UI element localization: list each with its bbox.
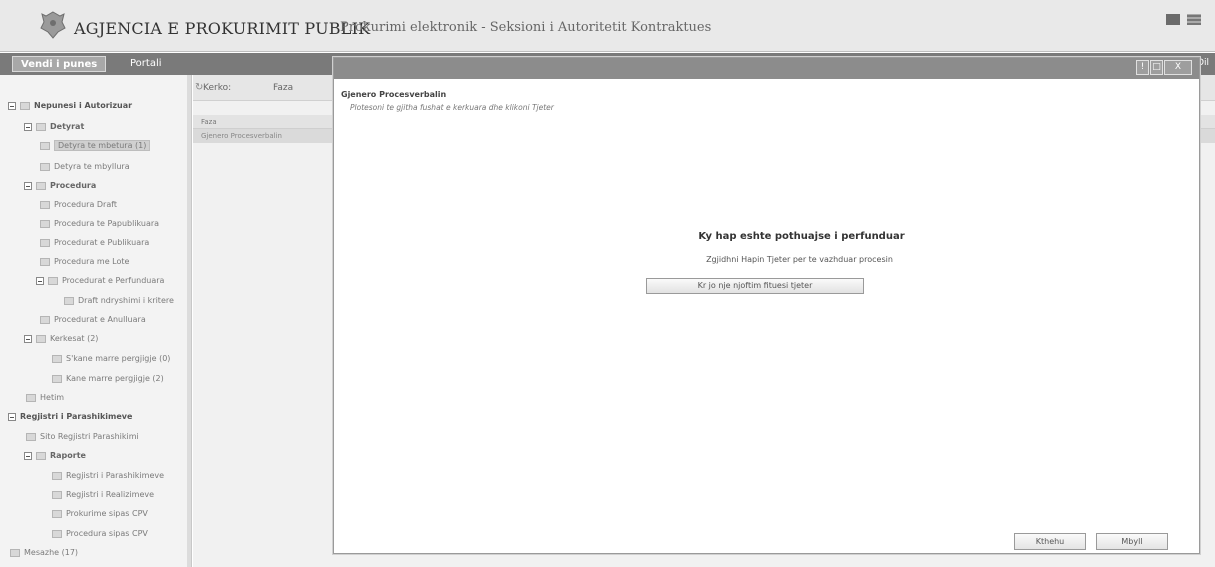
folder-icon — [64, 296, 74, 305]
language-switcher — [1162, 14, 1201, 28]
tree-node-raport-realizimeve[interactable]: Regjistri i Realizimeve — [52, 487, 154, 503]
collapse-icon[interactable] — [24, 451, 32, 460]
create-winner-notice-button[interactable]: Kr jo nje njoftim fituesi tjeter — [646, 278, 864, 294]
tree-node-pa-pergjigje[interactable]: S'kane marre pergjigje (0) — [52, 351, 170, 367]
tree-node-draft-ndryshimi[interactable]: Draft ndryshimi i kritere — [64, 293, 174, 309]
albanian-flag-icon[interactable] — [1166, 14, 1181, 25]
tree-node-raporte[interactable]: Raporte — [24, 448, 86, 464]
folder-icon — [48, 276, 58, 285]
tree-node-sito-regjistri[interactable]: Sito Regjistri Parashikimi — [26, 429, 139, 445]
coat-of-arms-icon — [40, 11, 66, 39]
tree-node-me-pergjigje[interactable]: Kane marre pergjigje (2) — [52, 371, 164, 387]
folder-icon — [36, 122, 46, 131]
dialog-titlebar[interactable]: ! □ X — [334, 58, 1199, 79]
folder-icon — [40, 162, 50, 171]
tree-node-raport-parashikimeve[interactable]: Regjistri i Parashikimeve — [52, 468, 164, 484]
step-heading: Ky hap eshte pothuajse i perfunduar — [698, 231, 905, 242]
mail-icon — [10, 548, 20, 557]
folder-icon — [26, 393, 36, 402]
tab-portali[interactable]: Portali — [122, 56, 170, 72]
tree-node-mesazhe[interactable]: Mesazhe (17) — [10, 545, 78, 561]
tree-node-me-lote[interactable]: Procedura me Lote — [40, 254, 129, 270]
folder-icon — [40, 141, 50, 150]
folder-icon — [40, 257, 50, 266]
maximize-button[interactable]: □ — [1150, 60, 1163, 75]
english-flag-icon[interactable] — [1187, 14, 1201, 25]
tree-node-regjistri-parashikimeve[interactable]: Regjistri i Parashikimeve — [8, 409, 132, 425]
close-window-button[interactable]: X — [1164, 60, 1192, 75]
folder-icon — [20, 101, 30, 110]
tree-node-procedura-cpv[interactable]: Procedura sipas CPV — [52, 526, 148, 542]
help-button[interactable]: ! — [1136, 60, 1149, 75]
tree-node-procedura[interactable]: Procedura — [24, 178, 96, 194]
folder-icon — [52, 471, 62, 480]
back-button[interactable]: Kthehu — [1014, 533, 1086, 550]
app-header: AGJENCIA E PROKURIMIT PUBLIK Prokurimi e… — [0, 0, 1215, 52]
folder-icon — [52, 529, 62, 538]
folder-icon — [40, 200, 50, 209]
collapse-icon[interactable] — [8, 101, 16, 110]
folder-icon — [52, 490, 62, 499]
tree-node-kerkesat[interactable]: Kerkesat (2) — [24, 331, 98, 347]
wizard-dialog: ! □ X Gjenero Procesverbalin Plotesoni te … — [333, 57, 1200, 554]
collapse-icon[interactable] — [24, 122, 32, 131]
section-subtitle: Prokurimi elektronik - Seksioni i Autori… — [340, 20, 712, 35]
tree-node-anulluara[interactable]: Procedurat e Anulluara — [40, 312, 146, 328]
dialog-title: Gjenero Procesverbalin — [341, 90, 447, 99]
tab-vendi-i-punes[interactable]: Vendi i punes — [12, 56, 107, 72]
folder-icon — [26, 432, 36, 441]
agency-name: AGJENCIA E PROKURIMIT PUBLIK — [74, 19, 371, 38]
folder-icon — [36, 181, 46, 190]
folder-icon — [52, 374, 62, 383]
collapse-icon[interactable] — [24, 334, 32, 343]
search-label: Kerko: — [203, 83, 232, 93]
folder-icon — [36, 451, 46, 460]
tree-node-detyra-te-mbyllura[interactable]: Detyra te mbyllura — [40, 159, 130, 175]
tree-node-hetim[interactable]: Hetim — [26, 390, 64, 406]
tree-node-procedura-draft[interactable]: Procedura Draft — [40, 197, 117, 213]
tree-node-detyra-te-mbetura[interactable]: Detyra te mbetura (1) — [40, 138, 151, 154]
sidebar-scrollbar[interactable] — [187, 75, 191, 567]
tree-node-te-papublikuara[interactable]: Procedura te Papublikuara — [40, 216, 159, 232]
tree-node-nepunesi[interactable]: Nepunesi i Autorizuar — [8, 98, 132, 114]
close-button[interactable]: Mbyll — [1096, 533, 1168, 550]
folder-icon — [40, 315, 50, 324]
tree-node-publikuara[interactable]: Procedurat e Publikuara — [40, 235, 149, 251]
collapse-icon[interactable] — [8, 412, 16, 421]
tree-node-detyrat[interactable]: Detyrat — [24, 119, 84, 135]
tree-node-perfunduara[interactable]: Procedurat e Perfunduara — [36, 273, 164, 289]
phase-filter[interactable]: Faza — [273, 83, 293, 93]
sidebar-tree: Nepunesi i Autorizuar Detyrat Detyra te … — [0, 75, 192, 567]
collapse-icon[interactable] — [24, 181, 32, 190]
folder-icon — [52, 354, 62, 363]
collapse-icon[interactable] — [36, 276, 44, 285]
folder-icon — [40, 219, 50, 228]
window-controls: ! □ X — [1135, 60, 1192, 75]
folder-icon — [52, 509, 62, 518]
folder-icon — [36, 334, 46, 343]
step-subtext: Zgjidhni Hapin Tjeter per te vazhduar pr… — [706, 255, 893, 264]
tree-node-prokurime-cpv[interactable]: Prokurime sipas CPV — [52, 506, 148, 522]
dialog-instruction: Plotesoni te gjitha fushat e kerkuara dh… — [350, 103, 554, 112]
folder-icon — [40, 238, 50, 247]
